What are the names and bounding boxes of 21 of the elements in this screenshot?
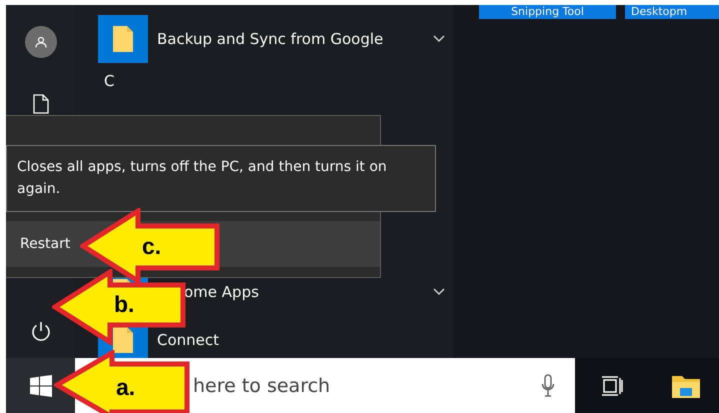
search-field[interactable]: here to search bbox=[193, 358, 575, 413]
tooltip: Closes all apps, turns off the PC, and then turns it on again. bbox=[6, 145, 436, 212]
app-tile[interactable]: Desktopm bbox=[625, 5, 719, 19]
app-tile-icon bbox=[98, 15, 148, 63]
windows-logo-icon bbox=[30, 374, 52, 396]
app-name[interactable]: ome Apps bbox=[184, 283, 433, 301]
power-icon[interactable] bbox=[30, 320, 52, 342]
microphone-icon[interactable] bbox=[541, 374, 555, 398]
task-view-icon[interactable] bbox=[601, 374, 623, 396]
user-avatar[interactable] bbox=[24, 26, 56, 58]
chevron-down-icon[interactable] bbox=[433, 288, 445, 296]
letter-header[interactable]: C bbox=[104, 66, 114, 96]
callout-label: a. bbox=[116, 374, 136, 401]
document-icon[interactable] bbox=[32, 94, 48, 114]
app-name[interactable]: Connect bbox=[157, 331, 453, 349]
app-name[interactable]: Backup and Sync from Google bbox=[157, 30, 433, 48]
callout-label: c. bbox=[142, 233, 162, 260]
chevron-down-icon[interactable] bbox=[433, 35, 445, 43]
callout-label: b. bbox=[114, 291, 134, 318]
start-button[interactable] bbox=[6, 358, 75, 413]
app-tile[interactable]: Snipping Tool bbox=[479, 5, 616, 19]
